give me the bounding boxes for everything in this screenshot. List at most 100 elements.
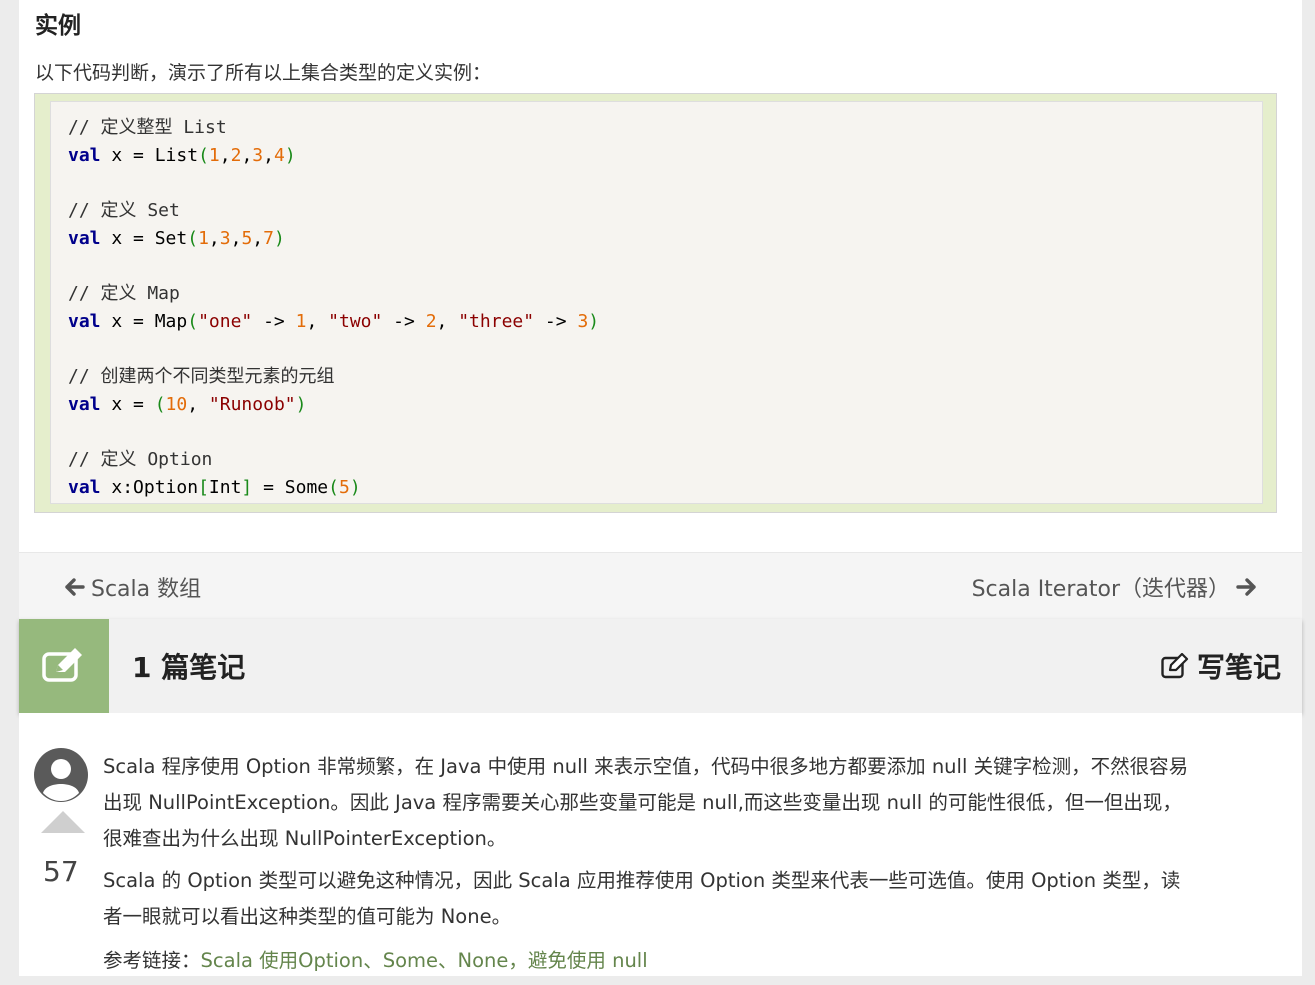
pager: Scala 数组 Scala Iterator（迭代器） [19, 552, 1302, 620]
code-token: val [68, 310, 101, 332]
code-token: Int [208, 476, 242, 498]
code-line: val x = Set(1,3,5,7) [68, 225, 1262, 253]
vote-count: 57 [43, 855, 79, 888]
note-paragraph: Scala 程序使用 Option 非常频繁，在 Java 中使用 null 来… [103, 755, 1189, 850]
prev-page-link[interactable]: Scala 数组 [65, 571, 201, 603]
code-token: ( [187, 227, 199, 249]
code-token: -> [534, 310, 578, 332]
code-token: , [436, 310, 459, 332]
code-token: ) [295, 393, 307, 415]
article: 实例 以下代码判断，演示了所有以上集合类型的定义实例： // 定义整型 List… [19, 0, 1302, 552]
code-line: val x = (10, "Runoob") [68, 391, 1262, 419]
code-token: ) [588, 310, 600, 332]
code-token: 4 [273, 144, 285, 166]
code-token: 1 [208, 144, 220, 166]
code-token: , [219, 144, 231, 166]
vote-up-icon[interactable] [41, 811, 85, 833]
code-token: // 定义 Set [68, 200, 180, 222]
code-token: , [252, 227, 264, 249]
code-line: // 创建两个不同类型元素的元组 [68, 363, 1262, 391]
notes-icon-box [19, 619, 109, 713]
code-token: , [230, 227, 242, 249]
code-token: 5 [241, 227, 253, 249]
code-token: val [68, 144, 101, 166]
code-token: x = Set [100, 227, 188, 249]
code-token: 1 [295, 310, 307, 332]
arrow-right-icon [1236, 578, 1256, 596]
code-token: val [68, 227, 101, 249]
code-token: "two" [328, 310, 383, 332]
code-token: 3 [219, 227, 231, 249]
reference-prefix: 参考链接： [103, 949, 201, 972]
example-box: // 定义整型 List val x = List(1,2,3,4)// 定义 S… [34, 93, 1277, 513]
pencil-square-icon [1161, 653, 1189, 679]
code-token: 10 [165, 393, 188, 415]
code-line: // 定义整型 List [68, 114, 1262, 142]
code-token: -> [382, 310, 426, 332]
code-token: x:Option [100, 476, 199, 498]
code-token: , [208, 227, 220, 249]
prev-page-label: Scala 数组 [91, 577, 202, 602]
code-line: val x = Map("one" -> 1, "two" -> 2, "thr… [68, 308, 1262, 336]
code-token: ) [349, 476, 361, 498]
next-page-label: Scala Iterator（迭代器） [971, 577, 1230, 602]
code-token: "three" [458, 310, 535, 332]
next-page-link[interactable]: Scala Iterator（迭代器） [972, 571, 1256, 603]
code-token: , [306, 310, 329, 332]
code-token: 2 [425, 310, 437, 332]
code-token: 3 [252, 144, 264, 166]
code-line: // 定义 Map [68, 280, 1262, 308]
code-token: // 创建两个不同类型元素的元组 [68, 366, 335, 388]
section-heading: 实例 [35, 13, 81, 39]
arrow-left-icon [65, 578, 85, 596]
code-token: 2 [230, 144, 242, 166]
note-body: Scala 程序使用 Option 非常频繁，在 Java 中使用 null 来… [103, 749, 1193, 985]
code-block: // 定义整型 List val x = List(1,2,3,4)// 定义 S… [50, 101, 1263, 504]
code-token: ( [328, 476, 339, 498]
code-line: val x:Option[Int] = Some(5) [68, 474, 1262, 502]
code-token: , [241, 144, 253, 166]
code-token: ( [198, 144, 209, 166]
notes-count: 1 篇笔记 [132, 651, 246, 684]
code-token: , [187, 393, 209, 415]
code-token: x = Map [100, 310, 188, 332]
code-token: // 定义整型 List [68, 117, 227, 138]
write-note-label: 写笔记 [1196, 651, 1281, 684]
code-token: , [263, 144, 274, 166]
code-token: val [68, 476, 101, 498]
code-token: ( [187, 310, 199, 332]
code-line: val x = List(1,2,3,4) [68, 142, 1262, 170]
code-token: "Runoob" [208, 393, 296, 415]
reference-link[interactable]: Scala 使用Option、Some、None，避免使用 null [201, 949, 648, 972]
code-token: 7 [263, 227, 274, 249]
write-note-button[interactable]: 写笔记 [1161, 646, 1281, 686]
code-token: -> [252, 310, 296, 332]
note-item: 57 Scala 程序使用 Option 非常频繁，在 Java 中使用 nul… [19, 713, 1302, 976]
code-line: // 定义 Option [68, 446, 1262, 474]
code-token: ] [241, 476, 253, 498]
code-token: ) [284, 144, 296, 166]
code-token: x = [100, 393, 155, 415]
code-token: // 定义 Option [68, 449, 213, 471]
intro-text: 以下代码判断，演示了所有以上集合类型的定义实例： [35, 62, 492, 84]
code-line: // 定义 Set [68, 197, 1262, 225]
note-paragraph: Scala 的 Option 类型可以避免这种情况，因此 Scala 应用推荐使… [103, 869, 1181, 928]
code-token: 5 [338, 476, 350, 498]
code-token: ( [154, 393, 166, 415]
code-token: val [68, 393, 101, 415]
notes-header: 1 篇笔记 写笔记 [19, 619, 1302, 713]
edit-note-icon [42, 648, 82, 682]
code-token: 3 [577, 310, 589, 332]
code-token: [ [198, 476, 209, 498]
code-token: // 定义 Map [68, 283, 180, 305]
note-reference: 参考链接：Scala 使用Option、Some、None，避免使用 null [103, 943, 1193, 979]
code-token: 1 [198, 227, 209, 249]
code-token: x = List [100, 144, 199, 166]
code-token: = Some [252, 476, 329, 498]
user-avatar-icon [34, 748, 88, 802]
code-token: ) [273, 227, 285, 249]
